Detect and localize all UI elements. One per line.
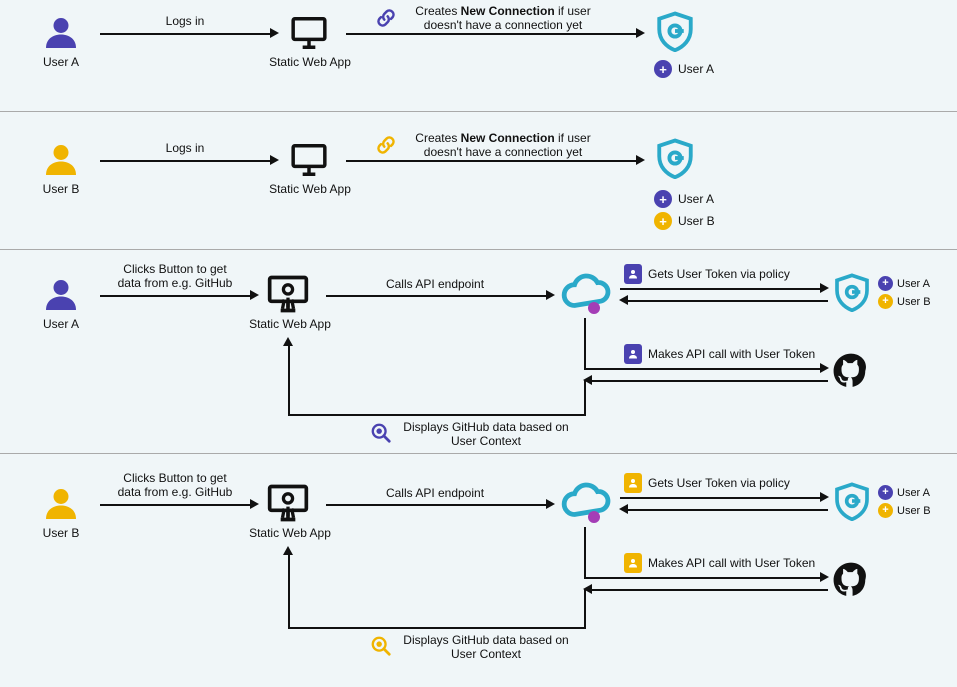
plus-icon: + [654, 212, 672, 230]
magnify-icon [370, 635, 392, 660]
monitor-icon [288, 141, 330, 182]
user-a-label: User A [28, 55, 94, 69]
registered-user-b: + User B [654, 212, 715, 230]
apicall-card-icon [624, 344, 642, 364]
registered-user-a: + User A [878, 485, 930, 500]
magnify-icon [370, 422, 392, 447]
action-label: Clicks Button to get data from e.g. GitH… [110, 262, 240, 290]
shield-icon [832, 272, 872, 315]
user-b-label: User B [28, 526, 94, 540]
user-b-icon [43, 486, 79, 525]
monitor-touch-icon [266, 481, 310, 528]
monitor-icon [288, 14, 330, 55]
plus-icon: + [654, 190, 672, 208]
cloud-icon [558, 477, 612, 530]
user-b-icon [43, 142, 79, 181]
plus-icon: + [654, 60, 672, 78]
display-label: Displays GitHub data based on User Conte… [396, 420, 576, 448]
shield-icon [832, 481, 872, 524]
user-a-icon [43, 15, 79, 54]
panel-user-a-request: User A Clicks Button to get data from e.… [0, 250, 957, 454]
link-icon [376, 135, 396, 158]
apicall-label: Makes API call with User Token [648, 556, 815, 570]
user-a-icon [43, 277, 79, 316]
token-card-icon [624, 264, 642, 284]
plus-icon: + [878, 294, 893, 309]
plus-icon: + [878, 276, 893, 291]
github-icon [832, 561, 870, 602]
user-a-label: User A [28, 317, 94, 331]
github-icon [832, 352, 870, 393]
registered-user-a: + User A [878, 276, 930, 291]
panel-user-b-login: User B Logs in Static Web App Creates Ne… [0, 112, 957, 250]
cloud-icon [558, 268, 612, 321]
registered-user-b: + User B [878, 503, 931, 518]
app-label: Static Web App [238, 317, 342, 331]
app-label: Static Web App [258, 55, 362, 69]
display-label: Displays GitHub data based on User Conte… [396, 633, 576, 661]
action-label: Logs in [135, 141, 235, 155]
app-label: Static Web App [238, 526, 342, 540]
token-label: Gets User Token via policy [648, 267, 790, 281]
panel-user-b-request: User B Clicks Button to get data from e.… [0, 454, 957, 686]
registered-user-b: + User B [878, 294, 931, 309]
connection-label: Creates New Connection if user doesn't h… [398, 131, 608, 159]
monitor-touch-icon [266, 272, 310, 319]
shield-icon [654, 10, 696, 55]
user-b-label: User B [28, 182, 94, 196]
connection-label: Creates New Connection if user doesn't h… [398, 4, 608, 32]
plus-icon: + [878, 485, 893, 500]
api-label: Calls API endpoint [370, 486, 500, 500]
link-icon [376, 8, 396, 31]
token-card-icon [624, 473, 642, 493]
app-label: Static Web App [258, 182, 362, 196]
api-label: Calls API endpoint [370, 277, 500, 291]
shield-icon [654, 137, 696, 182]
apicall-label: Makes API call with User Token [648, 347, 815, 361]
action-label: Logs in [135, 14, 235, 28]
registered-user-a: + User A [654, 190, 714, 208]
token-label: Gets User Token via policy [648, 476, 790, 490]
action-label: Clicks Button to get data from e.g. GitH… [110, 471, 240, 499]
plus-icon: + [878, 503, 893, 518]
panel-user-a-login: User A Logs in Static Web App Creates Ne… [0, 0, 957, 112]
registered-user-a: + User A [654, 60, 714, 78]
apicall-card-icon [624, 553, 642, 573]
